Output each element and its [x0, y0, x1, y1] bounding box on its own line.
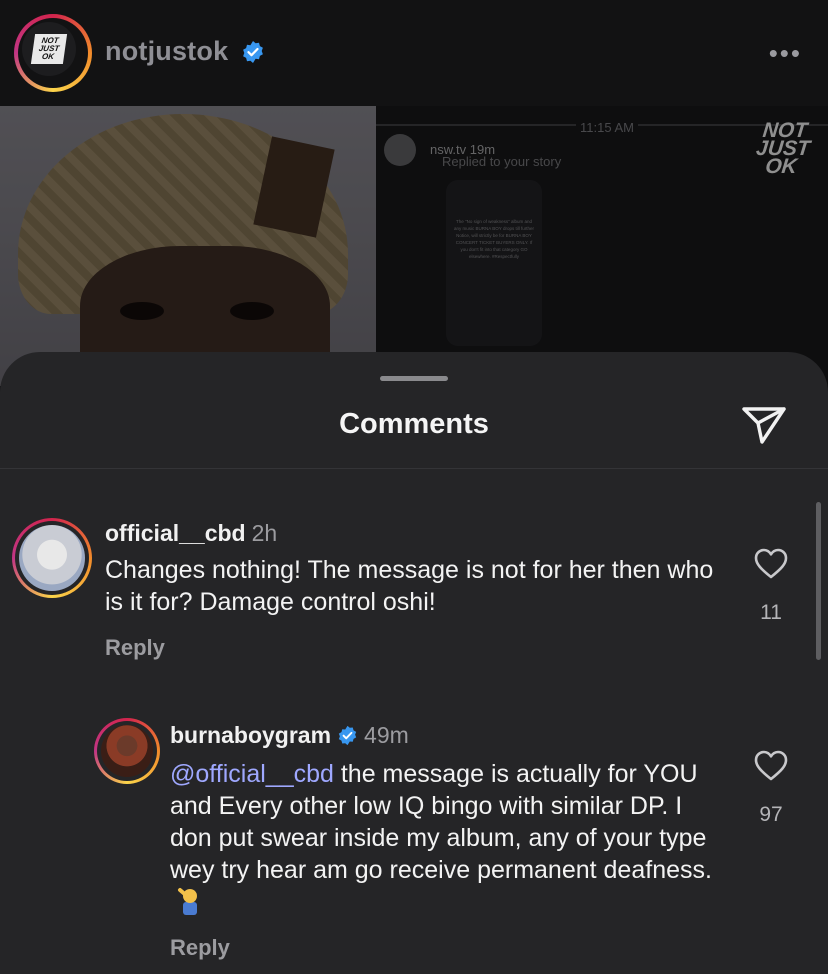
reply-button[interactable]: Reply: [105, 635, 165, 661]
logo-text-line: OK: [41, 52, 55, 61]
heart-icon[interactable]: [754, 750, 788, 782]
comment-time: 49m: [364, 722, 409, 748]
verified-badge-icon: [243, 41, 263, 63]
deaf-person-emoji-icon: [178, 888, 197, 915]
notjustok-logo: NOT JUST OK: [22, 22, 76, 76]
comment-username[interactable]: burnaboygram 49m: [170, 722, 409, 749]
comment-time: 2h: [251, 520, 278, 546]
mention-link[interactable]: @official__cbd: [170, 760, 334, 788]
post-image: 11:15 AM nsw.tv 19m Replied to your stor…: [0, 106, 828, 386]
comments-sheet: Comments official__cbd 2h Changes nothing…: [0, 352, 828, 974]
sheet-grabber[interactable]: [380, 376, 448, 381]
verified-badge-icon: [338, 725, 357, 746]
divider: [0, 468, 828, 469]
like-count: 11: [760, 601, 782, 624]
profile-avatar[interactable]: NOT JUST OK: [14, 14, 92, 92]
scrollbar[interactable]: [816, 502, 821, 660]
commenter-avatar[interactable]: [12, 518, 92, 598]
comment-username[interactable]: official__cbd 2h: [105, 520, 277, 547]
like-count: 97: [759, 803, 783, 826]
comment-text: Changes nothing! The message is not for …: [105, 556, 714, 616]
post-header: NOT JUST OK notjustok •••: [0, 0, 828, 106]
ellipsis-icon[interactable]: •••: [769, 38, 802, 69]
post-username[interactable]: notjustok: [105, 36, 228, 67]
sheet-title: Comments: [339, 408, 489, 440]
heart-icon[interactable]: [754, 548, 788, 580]
comment-text: @official__cbd the message is actually f…: [170, 758, 720, 920]
commenter-avatar[interactable]: [94, 718, 160, 784]
reply-button[interactable]: Reply: [170, 935, 230, 961]
send-icon[interactable]: [740, 404, 788, 446]
